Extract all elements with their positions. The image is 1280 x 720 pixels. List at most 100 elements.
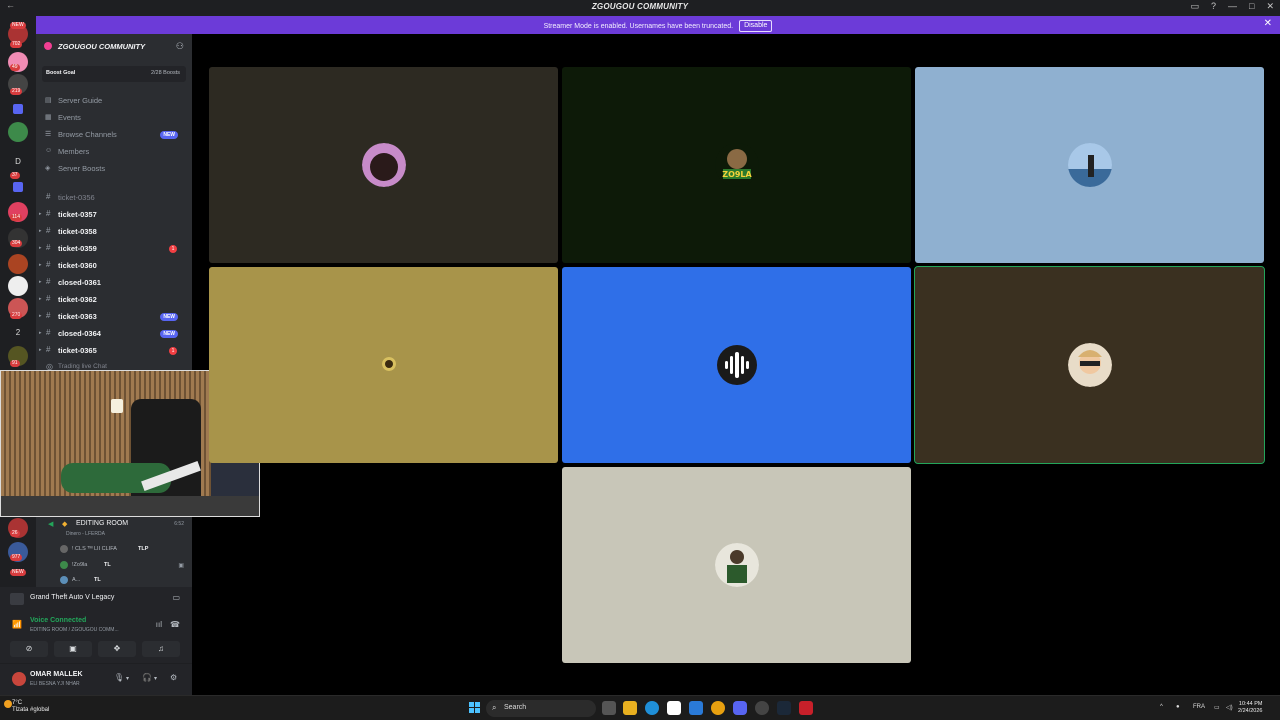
close-banner-icon[interactable]: ✕ bbox=[1264, 18, 1272, 29]
desk bbox=[1, 496, 259, 516]
network-icon[interactable]: ▭ bbox=[1214, 704, 1220, 711]
members-icon: ☺ bbox=[45, 147, 53, 154]
activity-screen-icon[interactable]: ▭ bbox=[172, 593, 180, 602]
clock[interactable]: 10:44 PM 2/24/2026 bbox=[1238, 701, 1262, 715]
channel-item[interactable]: ▸ # ticket-0357 bbox=[39, 208, 186, 222]
file-explorer-icon[interactable] bbox=[623, 701, 637, 715]
nav-browse-channels[interactable]: ☰ Browse Channels NEW bbox=[42, 128, 186, 142]
server-letter[interactable]: D bbox=[8, 157, 28, 166]
text-channel-icon: # bbox=[46, 260, 51, 269]
streamer-mode-banner: Streamer Mode is enabled. Usernames have… bbox=[36, 16, 1280, 34]
close-window-button[interactable]: ✕ bbox=[1266, 1, 1274, 12]
channel-item[interactable]: ▸ # ticket-0363 NEW bbox=[39, 310, 186, 324]
activities-button[interactable]: ✥ bbox=[98, 641, 136, 657]
microphone-icon[interactable]: 🎙 bbox=[114, 673, 124, 682]
discord-icon[interactable] bbox=[733, 701, 747, 715]
channel-item[interactable]: ▸ # ticket-0365 1 bbox=[39, 344, 186, 358]
weather-widget[interactable]: 7°C Tlzata #global bbox=[12, 700, 49, 714]
mail-icon[interactable] bbox=[689, 701, 703, 715]
start-button[interactable] bbox=[469, 702, 481, 714]
channel-item[interactable]: ▸ # ticket-0358 bbox=[39, 225, 186, 239]
voice-user[interactable]: !Zo9la bbox=[72, 562, 87, 568]
participant-tile[interactable] bbox=[914, 266, 1265, 464]
avatar bbox=[1067, 343, 1112, 387]
nav-server-guide[interactable]: ▤ Server Guide bbox=[42, 94, 186, 108]
headphones-icon[interactable]: 🎧 bbox=[142, 673, 152, 682]
channel-item[interactable]: ▸ # closed-0364 NEW bbox=[39, 327, 186, 341]
language-indicator[interactable]: FRA bbox=[1193, 704, 1205, 710]
invite-icon[interactable]: ⚇ bbox=[176, 41, 184, 52]
steam-icon[interactable] bbox=[777, 701, 791, 715]
server-icon[interactable] bbox=[8, 276, 28, 296]
nav-members[interactable]: ☺ Members bbox=[42, 145, 186, 159]
settings-gear-icon[interactable]: ⚙ bbox=[170, 673, 177, 682]
voice-user[interactable]: A... bbox=[72, 577, 80, 583]
chevron-right-icon: ▸ bbox=[39, 347, 42, 353]
nav-events[interactable]: ▦ Events bbox=[42, 111, 186, 125]
microphone-tray-icon[interactable]: ● bbox=[1176, 704, 1180, 710]
chrome-icon[interactable] bbox=[711, 701, 725, 715]
chevron-down-icon[interactable]: ▾ bbox=[154, 675, 157, 682]
activity-panel[interactable]: Grand Theft Auto V Legacy ▭ bbox=[0, 587, 192, 611]
mention-badge: 49 bbox=[10, 64, 20, 71]
server-icon[interactable] bbox=[8, 122, 28, 142]
channel-name: closed-0364 bbox=[58, 329, 101, 338]
participant-tile[interactable] bbox=[915, 67, 1264, 263]
username[interactable]: OMAR MALLEK bbox=[30, 671, 83, 678]
camera-button[interactable]: ⊘ bbox=[10, 641, 48, 657]
nav-label: Members bbox=[58, 147, 90, 156]
participant-tile[interactable] bbox=[562, 467, 911, 663]
noise-suppression-icon[interactable]: ııl bbox=[156, 620, 162, 629]
avatar bbox=[714, 543, 759, 587]
edge-icon[interactable] bbox=[645, 701, 659, 715]
soundboard-button[interactable]: ♫ bbox=[142, 641, 180, 657]
help-icon[interactable]: ? bbox=[1211, 1, 1216, 12]
server-header[interactable]: ZGOUGOU COMMUNITY ⚇ bbox=[36, 34, 192, 58]
screen-share-button[interactable]: ▣ bbox=[54, 641, 92, 657]
server-icon[interactable] bbox=[8, 254, 28, 274]
channel-item[interactable]: ▸ # ticket-0362 bbox=[39, 293, 186, 307]
folder-icon[interactable] bbox=[13, 104, 23, 114]
avatar bbox=[60, 561, 68, 569]
task-view-icon[interactable] bbox=[602, 701, 616, 715]
voice-timer: 6:52 bbox=[174, 521, 184, 527]
game-icon bbox=[10, 593, 24, 605]
participant-tile[interactable] bbox=[562, 267, 911, 463]
avatar bbox=[381, 357, 396, 371]
voice-connected-label[interactable]: Voice Connected bbox=[30, 617, 86, 624]
disconnect-icon[interactable]: ☎ bbox=[170, 620, 180, 629]
participant-tile[interactable] bbox=[209, 267, 558, 463]
channel-name: ticket-0363 bbox=[58, 312, 97, 321]
channel-item[interactable]: ▸ # ticket-0360 bbox=[39, 259, 186, 273]
channel-item[interactable]: ▸ # closed-0361 bbox=[39, 276, 186, 290]
user-tag: TL bbox=[94, 577, 101, 583]
channel-name: ticket-0357 bbox=[58, 210, 97, 219]
weather-temp: 7°C bbox=[12, 700, 23, 706]
server-letter[interactable]: 2 bbox=[8, 328, 28, 337]
nav-server-boosts[interactable]: ◈ Server Boosts bbox=[42, 162, 186, 176]
voice-status-panel: 📶 Voice Connected EDITING ROOM / ZGOUGOU… bbox=[0, 611, 192, 663]
channel-item[interactable]: # ticket-0356 bbox=[42, 191, 186, 205]
minimize-button[interactable]: — bbox=[1228, 1, 1237, 12]
voice-channel-editing-room[interactable]: ◀ ◆ EDITING ROOM 6:52 Dinero - LFERDA ! … bbox=[36, 517, 192, 587]
folder-icon[interactable] bbox=[13, 182, 23, 192]
channel-name: ticket-0362 bbox=[58, 295, 97, 304]
app-icon[interactable] bbox=[755, 701, 769, 715]
channel-item[interactable]: ▸ # ticket-0359 1 bbox=[39, 242, 186, 256]
boost-goal[interactable]: Boost Goal 2/28 Boosts bbox=[42, 66, 186, 82]
inbox-icon[interactable]: ▭ bbox=[1190, 1, 1199, 12]
avatar[interactable] bbox=[12, 672, 26, 686]
participant-tile[interactable]: ZO9LA bbox=[562, 67, 911, 263]
store-icon[interactable] bbox=[667, 701, 681, 715]
chevron-down-icon[interactable]: ▾ bbox=[126, 675, 129, 682]
text-channel-icon: # bbox=[46, 192, 51, 201]
disable-button[interactable]: Disable bbox=[739, 20, 773, 32]
maximize-button[interactable]: □ bbox=[1249, 1, 1254, 12]
chevron-up-icon[interactable]: ^ bbox=[1160, 704, 1163, 710]
taskbar-search[interactable]: ⌕ Search bbox=[486, 700, 596, 717]
participant-tile[interactable] bbox=[209, 67, 558, 263]
app-icon[interactable] bbox=[799, 701, 813, 715]
server-name: ZGOUGOU COMMUNITY bbox=[58, 42, 146, 51]
volume-icon[interactable]: ◁) bbox=[1226, 704, 1233, 711]
voice-user[interactable]: ! CLS ᵀᴹ LII CLIFA bbox=[72, 546, 117, 552]
